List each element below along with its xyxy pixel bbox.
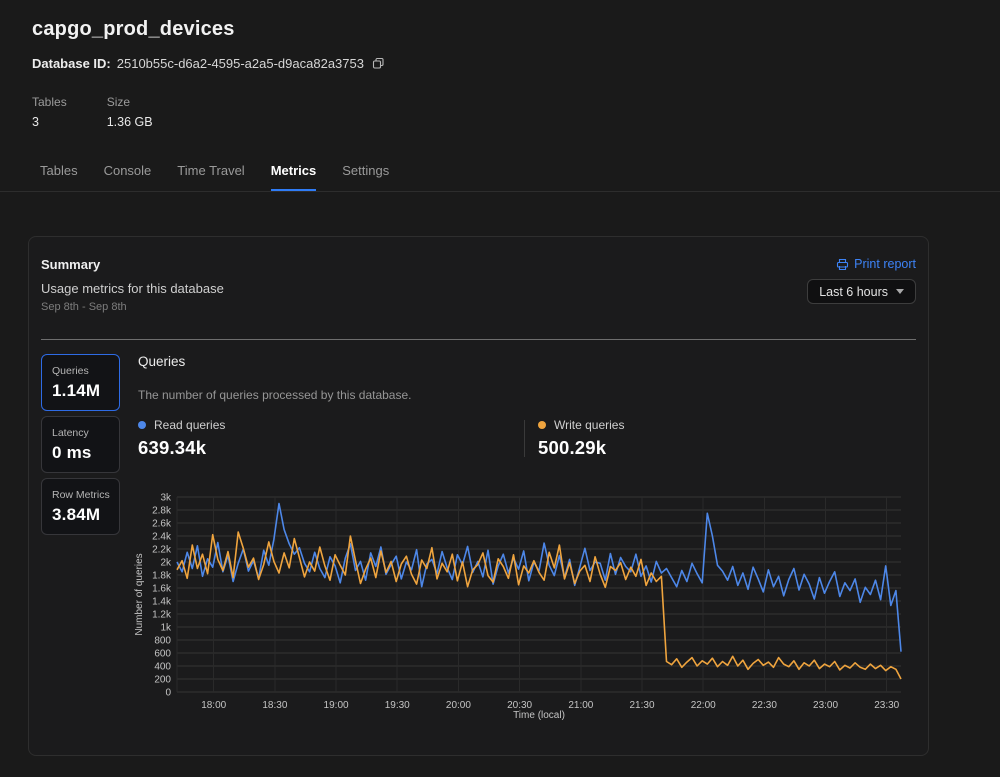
x-axis-tick-label: 23:30 [874,700,899,711]
y-axis-tick-label: 3k [160,493,172,504]
metric-card-latency[interactable]: Latency 0 ms [41,416,120,473]
y-axis-tick-label: 600 [154,649,171,660]
copy-icon[interactable] [372,57,385,70]
read-queries-dot-icon [138,421,146,429]
stat-tables-value: 3 [32,115,67,129]
y-axis-tick-label: 800 [154,636,171,647]
write-queries-dot-icon [538,421,546,429]
database-id-label: Database ID: [32,56,111,71]
chevron-down-icon [896,289,904,294]
x-axis-tick-label: 20:00 [446,700,471,711]
database-id-row: Database ID: 2510b55c-d6a2-4595-a2a5-d9a… [32,56,1000,71]
database-id-value: 2510b55c-d6a2-4595-a2a5-d9aca82a3753 [117,56,364,71]
read-queries-line [177,504,901,652]
queries-section: Queries The number of queries processed … [138,354,916,734]
print-report-label: Print report [854,257,916,271]
y-axis-tick-label: 1.2k [152,610,172,621]
queries-section-title: Queries [138,354,916,369]
y-axis-tick-label: 400 [154,662,171,673]
tab-time-travel[interactable]: Time Travel [177,163,244,191]
tab-tables[interactable]: Tables [40,163,78,191]
x-axis-tick-label: 21:00 [568,700,593,711]
x-axis-tick-label: 18:00 [201,700,226,711]
metric-card-queries[interactable]: Queries 1.14M [41,354,120,411]
y-axis-tick-label: 1k [160,623,172,634]
metrics-panel: Summary Usage metrics for this database … [28,236,929,756]
metric-card-value: 3.84M [52,505,119,525]
summary-subtitle: Usage metrics for this database [41,281,224,296]
summary-date-range: Sep 8th - Sep 8th [41,301,224,313]
read-queries-total: Read queries 639.34k [138,418,524,459]
summary-controls: Print report Last 6 hours [807,257,916,304]
write-queries-total: Write queries 500.29k [525,418,911,459]
stat-tables: Tables 3 [32,95,67,129]
summary-title: Summary [41,257,224,272]
y-axis-tick-label: 2.6k [152,519,172,530]
time-range-value: Last 6 hours [819,285,888,299]
queries-line-chart: 3k 2.8k 2.6k 2.4k 2.2k 2k 1.8k 1.6k 1.4k 1.2k 1k 80… [128,485,916,729]
read-queries-label: Read queries [154,418,225,432]
y-axis-tick-label: 2k [160,558,172,569]
x-axis-tick-label: 19:00 [324,700,349,711]
metrics-body: Queries 1.14M Latency 0 ms Row Metrics 3… [41,354,916,734]
read-queries-value: 639.34k [138,437,524,459]
metric-card-label: Queries [52,365,119,377]
y-axis-tick-label: 1.6k [152,584,172,595]
x-axis-title: Time (local) [513,710,565,721]
metric-card-label: Row Metrics [52,489,119,501]
y-axis-tick-label: 2.2k [152,545,172,556]
queries-section-description: The number of queries processed by this … [138,388,916,402]
summary-text-block: Summary Usage metrics for this database … [41,257,224,313]
query-totals-row: Read queries 639.34k Write queries 500.2… [138,418,916,459]
page-title: capgo_prod_devices [32,18,1000,41]
x-axis-tick-label: 22:30 [752,700,777,711]
summary-header: Summary Usage metrics for this database … [41,257,916,313]
printer-icon [836,258,849,271]
queries-chart-container: 3k 2.8k 2.6k 2.4k 2.2k 2k 1.8k 1.6k 1.4k 1.2k 1k 80… [128,485,916,734]
tab-metrics[interactable]: Metrics [271,163,317,191]
write-queries-label: Write queries [554,418,624,432]
x-axis-tick-label: 22:00 [691,700,716,711]
metric-card-value: 0 ms [52,443,119,463]
x-axis-tick-label: 23:00 [813,700,838,711]
read-queries-legend: Read queries [138,418,524,432]
y-axis-tick-label: 1.8k [152,571,172,582]
metric-card-list: Queries 1.14M Latency 0 ms Row Metrics 3… [41,354,120,734]
write-queries-value: 500.29k [538,437,911,459]
tab-console[interactable]: Console [104,163,152,191]
tab-bar: Tables Console Time Travel Metrics Setti… [0,163,1000,192]
y-axis-tick-label: 2.4k [152,532,172,543]
y-axis-tick-label: 0 [165,688,171,699]
database-metrics-page: capgo_prod_devices Database ID: 2510b55c… [0,0,1000,777]
stat-size-value: 1.36 GB [107,115,153,129]
stat-size-label: Size [107,95,153,109]
stat-tables-label: Tables [32,95,67,109]
tab-settings[interactable]: Settings [342,163,389,191]
y-axis-tick-label: 1.4k [152,597,172,608]
database-stats: Tables 3 Size 1.36 GB [32,95,1000,129]
metric-card-value: 1.14M [52,381,119,401]
x-axis-tick-label: 19:30 [385,700,410,711]
print-report-link[interactable]: Print report [836,257,916,271]
write-queries-line [177,532,901,679]
y-axis-tick-label: 200 [154,675,171,686]
stat-size: Size 1.36 GB [107,95,153,129]
write-queries-legend: Write queries [538,418,911,432]
metric-card-label: Latency [52,427,119,439]
metric-card-row-metrics[interactable]: Row Metrics 3.84M [41,478,120,535]
x-axis-tick-label: 18:30 [262,700,287,711]
y-axis-title: Number of queries [134,553,145,635]
x-axis-tick-label: 21:30 [630,700,655,711]
time-range-dropdown[interactable]: Last 6 hours [807,279,916,304]
y-axis-tick-label: 2.8k [152,506,172,517]
summary-divider [41,339,916,340]
